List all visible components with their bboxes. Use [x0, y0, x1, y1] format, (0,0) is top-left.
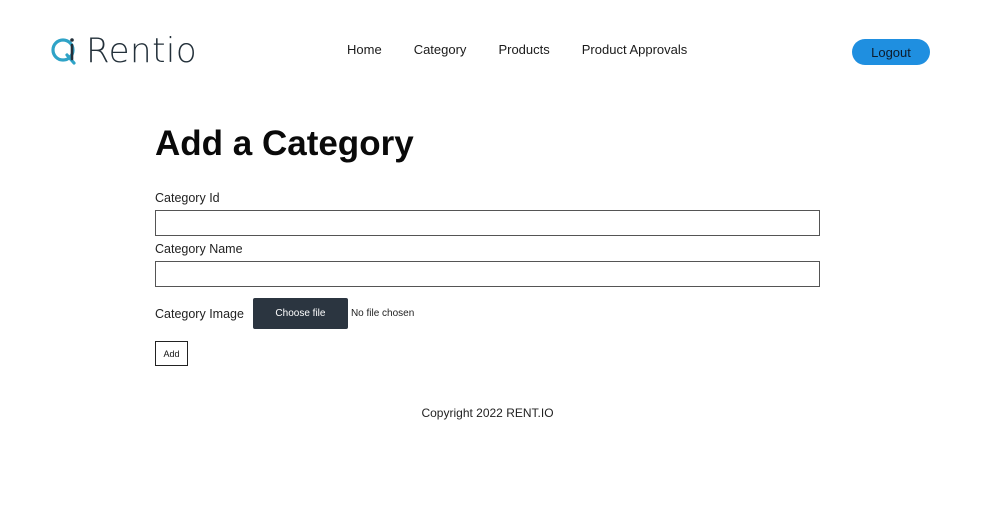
category-id-input[interactable]: [155, 210, 820, 236]
page-title: Add a Category: [155, 124, 414, 163]
nav-item-category[interactable]: Category: [414, 42, 467, 57]
brand-logo[interactable]: Rentio: [50, 30, 197, 72]
choose-file-button[interactable]: Choose file: [252, 298, 348, 329]
category-image-label: Category Image: [155, 306, 244, 321]
brand-name-rest: entio: [108, 31, 198, 71]
category-name-label: Category Name: [155, 242, 243, 256]
logout-button[interactable]: Logout: [852, 39, 930, 65]
nav-item-product-approvals[interactable]: Product Approvals: [582, 42, 688, 57]
footer-copyright: Copyright 2022 RENT.IO: [421, 406, 554, 420]
main-nav: Home Category Products Product Approvals: [347, 42, 687, 57]
brand-name-initial: R: [86, 31, 109, 71]
add-button[interactable]: Add: [155, 341, 188, 366]
category-id-label: Category Id: [155, 191, 220, 205]
nav-item-products[interactable]: Products: [498, 42, 549, 57]
brand-name: Rentio: [86, 31, 197, 71]
file-status-text: No file chosen: [350, 308, 415, 319]
ri-monogram-icon: [51, 38, 76, 65]
category-image-row: Category Image Choose file No file chose…: [155, 298, 414, 329]
page: Rentio Home Category Products Product Ap…: [0, 0, 987, 505]
nav-item-home[interactable]: Home: [347, 42, 382, 57]
category-name-input[interactable]: [155, 261, 820, 287]
